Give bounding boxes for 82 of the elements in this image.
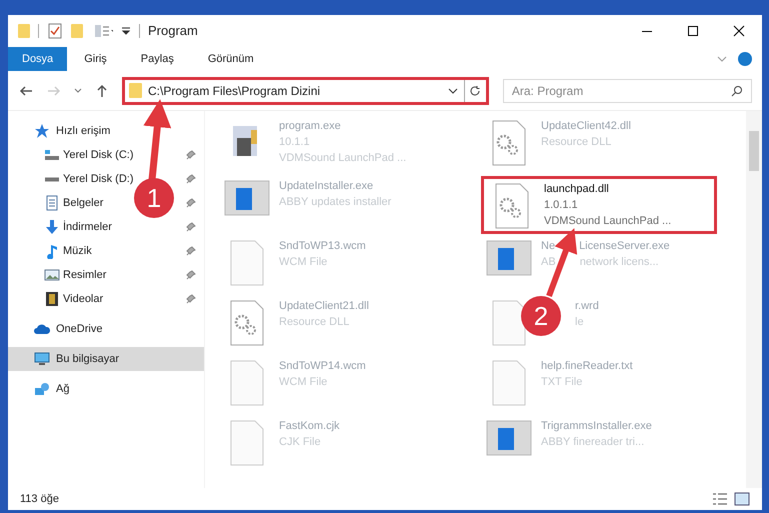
star-icon bbox=[34, 123, 50, 139]
file-detail: WCM File bbox=[279, 255, 328, 270]
file-detail: VDMSound LaunchPad ... bbox=[544, 214, 672, 229]
pin-icon bbox=[186, 270, 196, 280]
ribbon-tab[interactable]: Giriş bbox=[67, 47, 124, 71]
down-arrow-icon bbox=[44, 219, 60, 235]
music-note-icon bbox=[44, 243, 60, 259]
ribbon-tab[interactable]: Dosya bbox=[8, 47, 68, 71]
document-icon bbox=[44, 195, 60, 211]
nav-item[interactable]: İndirmeler bbox=[44, 216, 112, 238]
pin-icon bbox=[186, 198, 196, 208]
ribbon-tab[interactable]: Paylaş bbox=[124, 47, 191, 71]
file-detail: VDMSound LaunchPad ... bbox=[279, 151, 406, 166]
address-path: C:\Program Files\Program Dizini bbox=[148, 82, 320, 100]
search-icon bbox=[731, 84, 743, 96]
dropdown-icon bbox=[121, 27, 131, 35]
pin-icon bbox=[186, 294, 196, 304]
drive-icon bbox=[44, 176, 60, 182]
file-detail: Resource DLL bbox=[279, 315, 350, 330]
search-input[interactable]: Ara: Program bbox=[512, 82, 731, 100]
film-icon bbox=[44, 291, 60, 307]
file-item[interactable]: launchpad.dll 1.0.1.1 VDMSound LaunchPad ... bbox=[481, 176, 717, 234]
file-name: UpdateClient21.dll bbox=[279, 299, 369, 314]
file-detail: le bbox=[575, 315, 585, 330]
file-detail: AB bbox=[541, 255, 556, 270]
nav-item[interactable]: Yerel Disk (D:) bbox=[44, 168, 134, 190]
nav-item[interactable]: OneDrive bbox=[8, 317, 204, 341]
file-name: UpdateInstaller.exe bbox=[279, 179, 374, 194]
window-icon bbox=[486, 420, 532, 456]
search-field[interactable]: Ara: Program bbox=[502, 78, 752, 102]
monitor-icon bbox=[34, 351, 50, 367]
file-name: TrigrammsInstaller.exe bbox=[541, 419, 652, 434]
network-icon bbox=[34, 381, 50, 397]
file-detail: ABBY finereader tri... bbox=[541, 435, 646, 450]
address-bar[interactable]: C:\Program Files\Program Dizini bbox=[122, 76, 489, 104]
chevron-down-icon bbox=[448, 86, 458, 96]
nav-item[interactable]: Belgeler bbox=[44, 192, 104, 214]
refresh-icon bbox=[469, 84, 482, 96]
nav-item[interactable]: Müzik bbox=[44, 240, 92, 262]
details-view-icon bbox=[712, 491, 728, 507]
pin-icon bbox=[186, 174, 196, 184]
file-name: help.fineReader.txt bbox=[541, 359, 633, 374]
close-icon bbox=[733, 25, 745, 37]
file-name: Ne bbox=[541, 239, 556, 254]
chevron-down-icon bbox=[74, 86, 82, 94]
ribbon-tab[interactable]: Görünüm bbox=[190, 47, 271, 71]
file-name: r.wrd bbox=[575, 299, 599, 314]
picture-icon bbox=[44, 267, 60, 283]
nav-item[interactable]: Videolar bbox=[44, 288, 104, 310]
file-name: program.exe bbox=[279, 119, 342, 134]
file-name: UpdateClient42.dll bbox=[541, 119, 631, 134]
nav-item[interactable]: Bu bilgisayar bbox=[8, 347, 204, 371]
item-count: 113 öğe bbox=[20, 492, 59, 507]
file-detail: CJK File bbox=[279, 435, 322, 450]
folder-icon bbox=[129, 83, 142, 98]
file-detail: 1.0.1.1 bbox=[544, 198, 579, 213]
file-detail: ABBY updates installer bbox=[279, 195, 392, 210]
pin-icon bbox=[186, 150, 196, 160]
drive-icon bbox=[44, 150, 60, 160]
file-name: FastKom.cjk bbox=[279, 419, 340, 434]
nav-item[interactable]: Yerel Disk (C:) bbox=[44, 144, 134, 166]
help-icon[interactable] bbox=[738, 52, 752, 66]
window-title: Program bbox=[148, 22, 198, 40]
pin-icon bbox=[186, 246, 196, 256]
file-detail: network licens... bbox=[580, 255, 659, 270]
nav-item[interactable]: Ağ bbox=[8, 377, 204, 401]
file-name: LicenseServer.exe bbox=[579, 239, 670, 254]
file-detail: WCM File bbox=[279, 375, 328, 390]
large-icons-view-icon bbox=[734, 491, 750, 507]
file-detail: 10.1.1 bbox=[279, 135, 311, 150]
window-icon bbox=[224, 180, 270, 216]
file-name: launchpad.dll bbox=[544, 182, 610, 197]
window-icon bbox=[486, 240, 532, 276]
file-detail: TXT File bbox=[541, 375, 584, 390]
pin-icon bbox=[186, 222, 196, 232]
file-name: SndToWP13.wcm bbox=[279, 239, 366, 254]
checklist-icon bbox=[47, 23, 63, 39]
file-detail: Resource DLL bbox=[541, 135, 612, 150]
file-name: SndToWP14.wcm bbox=[279, 359, 366, 374]
scrollbar[interactable] bbox=[746, 111, 762, 488]
nav-item[interactable]: Resimler bbox=[44, 264, 106, 286]
nav-item[interactable]: Hızlı erişim bbox=[8, 119, 204, 143]
